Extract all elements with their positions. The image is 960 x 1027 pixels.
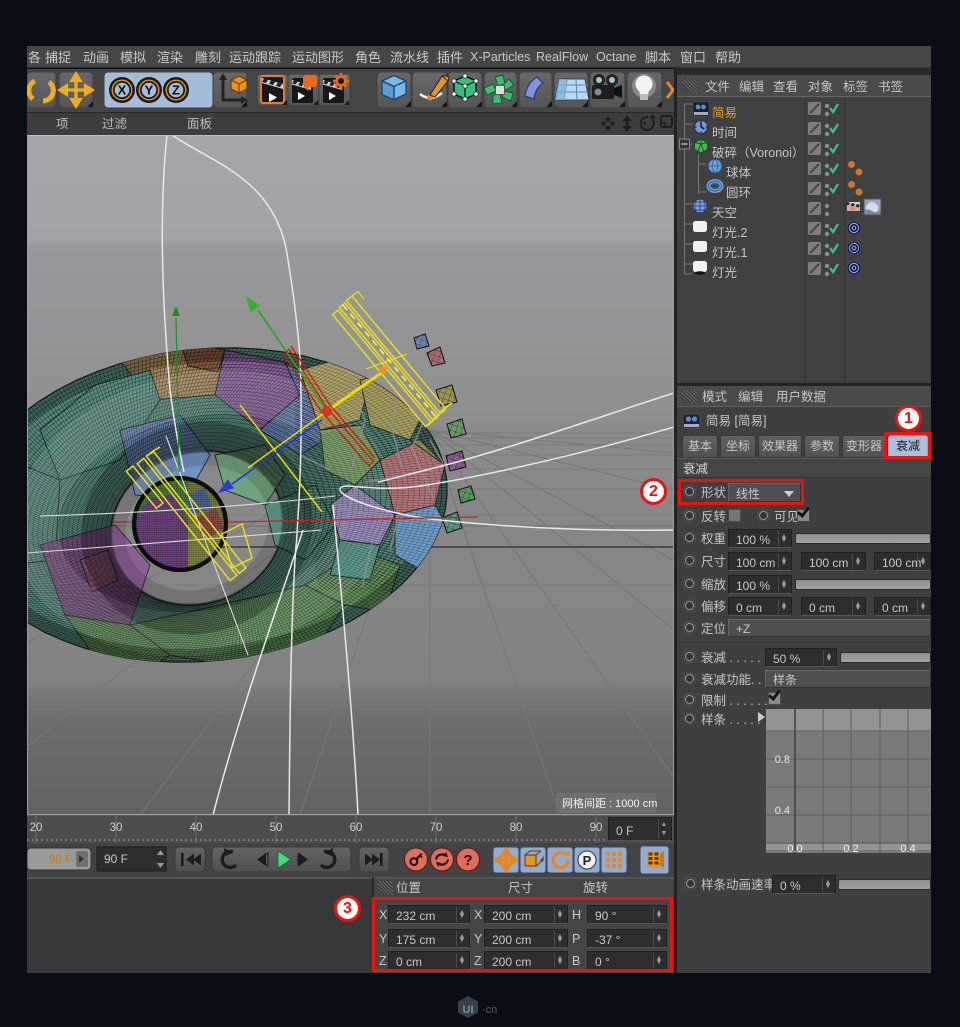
svg-text:70: 70: [430, 822, 443, 834]
svg-text:0.8: 0.8: [775, 754, 790, 766]
svg-text:0.4: 0.4: [775, 805, 790, 817]
svg-text:·cn: ·cn: [482, 1004, 497, 1016]
svg-text:X: X: [118, 83, 127, 98]
svg-text:Z: Z: [172, 83, 180, 98]
svg-text:60: 60: [350, 822, 363, 834]
svg-text:90 F: 90 F: [49, 854, 72, 866]
svg-text:20: 20: [30, 822, 43, 834]
svg-text:80: 80: [510, 822, 523, 834]
svg-text:90 F: 90 F: [104, 852, 128, 866]
svg-text:网格间距 : 1000 cm: 网格间距 : 1000 cm: [562, 796, 657, 810]
svg-text:0.4: 0.4: [900, 843, 915, 853]
svg-text:90: 90: [590, 822, 603, 834]
svg-text:?: ?: [463, 852, 472, 869]
svg-text:40: 40: [190, 822, 203, 834]
svg-text:UI: UI: [463, 1004, 474, 1016]
svg-text:Y: Y: [145, 83, 154, 98]
svg-text:30: 30: [110, 822, 123, 834]
svg-text:0.0: 0.0: [787, 843, 802, 853]
svg-text:0.2: 0.2: [843, 843, 858, 853]
svg-text:50: 50: [270, 822, 283, 834]
svg-text:P: P: [583, 853, 592, 868]
